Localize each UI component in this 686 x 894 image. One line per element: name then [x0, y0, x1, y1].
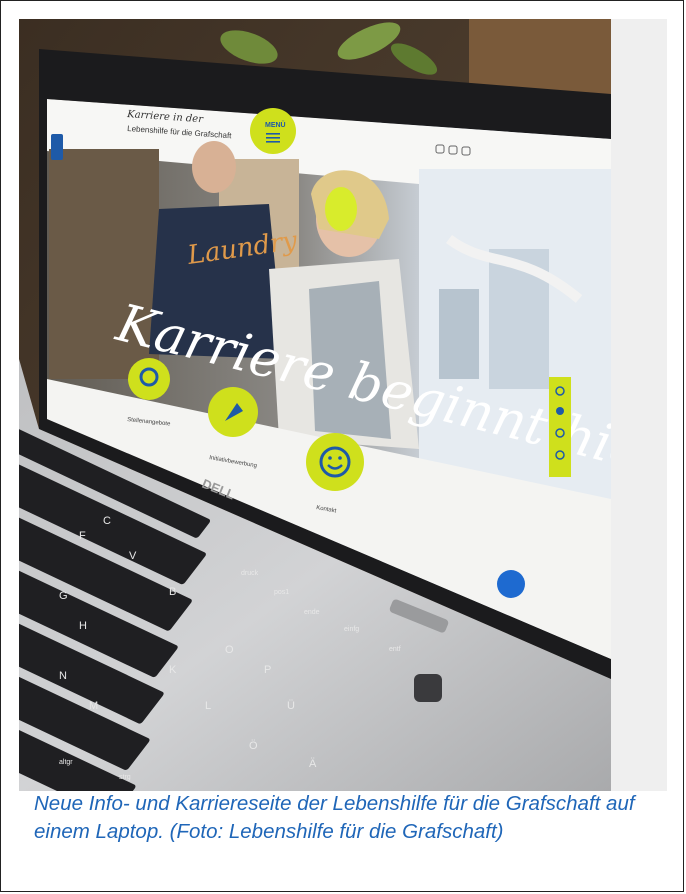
- accessibility-icon[interactable]: [51, 134, 63, 160]
- key-k[interactable]: K: [169, 664, 177, 676]
- key-h[interactable]: H: [79, 620, 87, 632]
- key-c[interactable]: C: [103, 515, 111, 527]
- key-m[interactable]: M: [89, 700, 98, 712]
- key-druck[interactable]: druck: [241, 570, 259, 577]
- key-strg[interactable]: strg: [119, 774, 131, 781]
- jobs-circle[interactable]: [128, 358, 170, 400]
- side-panel: [611, 19, 667, 791]
- key-f[interactable]: F: [79, 530, 86, 542]
- key-l[interactable]: L: [205, 700, 211, 712]
- key-o-umlaut[interactable]: Ö: [249, 740, 258, 752]
- menu-button[interactable]: [250, 108, 296, 154]
- fingerprint-key[interactable]: [414, 674, 442, 702]
- key-v[interactable]: V: [129, 550, 137, 562]
- key-g[interactable]: G: [59, 590, 68, 602]
- chat-button[interactable]: [497, 570, 525, 598]
- key-a-umlaut[interactable]: Ä: [309, 758, 317, 770]
- laptop-photo: Laundry Karriere beginnt hier. Karriere …: [19, 19, 611, 791]
- side-quick-nav[interactable]: [549, 377, 571, 477]
- key-n[interactable]: N: [59, 670, 67, 682]
- key-pos1[interactable]: pos1: [274, 589, 289, 596]
- key-entf[interactable]: entf: [389, 646, 401, 653]
- key-p[interactable]: P: [264, 664, 271, 676]
- menu-label: MENÜ: [265, 120, 286, 129]
- contact-circle[interactable]: [306, 433, 364, 491]
- key-b[interactable]: B: [169, 586, 176, 598]
- key-u-umlaut[interactable]: Ü: [287, 700, 295, 712]
- key-altgr[interactable]: altgr: [59, 759, 73, 766]
- key-o[interactable]: O: [225, 644, 234, 656]
- hamburger-icon: [266, 133, 280, 143]
- key-ende[interactable]: ende: [304, 609, 320, 616]
- side-rocket-icon[interactable]: [556, 407, 564, 415]
- article-figure: Laundry Karriere beginnt hier. Karriere …: [0, 0, 684, 892]
- key-einfg[interactable]: einfg: [344, 626, 359, 633]
- photo-caption: Neue Info- und Karriereseite der Lebensh…: [34, 792, 635, 843]
